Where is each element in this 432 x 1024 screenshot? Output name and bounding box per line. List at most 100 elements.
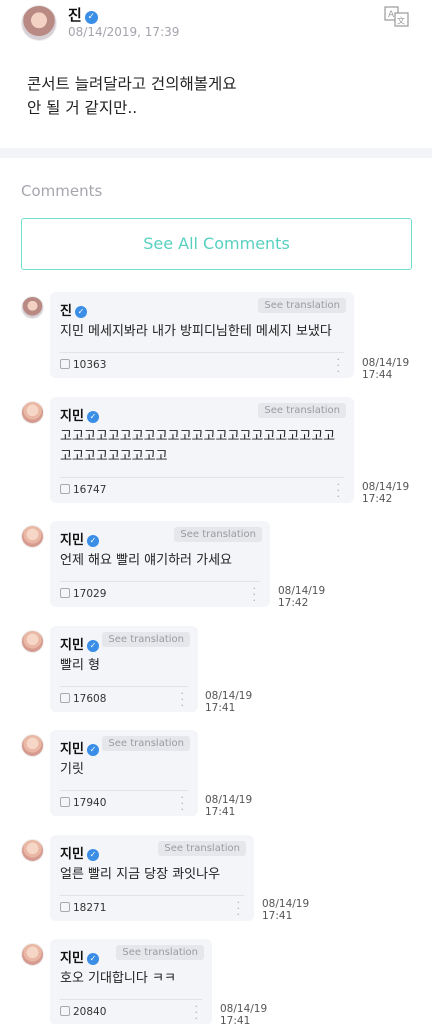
thumbs-up-icon (60, 797, 70, 807)
comment-date-day: 08/14/19 (362, 357, 410, 369)
comment-avatar[interactable] (21, 734, 44, 757)
comment-text: 빨리 형 (60, 658, 101, 673)
see-translation-button[interactable]: See translation (158, 841, 246, 856)
author-avatar[interactable] (21, 5, 57, 41)
section-divider (0, 148, 432, 158)
comment-footer: 16747 · · · (60, 477, 344, 503)
comment-bubble: 지민 ✓ See translation 호오 기대합니다 ㅋㅋ 20840 · ·… (50, 939, 212, 1024)
see-translation-button[interactable]: See translation (258, 403, 346, 418)
comment-text: 지민 메세지봐라 내가 방피디님한테 메세지 보냈다 (60, 324, 332, 339)
more-options-icon[interactable]: · · · (195, 1001, 199, 1024)
like-button[interactable]: 17029 (60, 588, 106, 600)
comment-bubble: 지민 ✓ See translation 기릿 17940 · · · (50, 730, 198, 816)
more-options-icon[interactable]: · · · (337, 354, 341, 377)
comment-author-name: 지민 (60, 533, 84, 548)
post-header: 진 ✓ 08/14/2019, 17:39 A 文 (0, 0, 432, 50)
like-count: 17029 (73, 588, 107, 600)
comment-date-day: 08/14/19 (205, 690, 253, 702)
more-options-icon[interactable]: · · · (181, 688, 185, 711)
see-translation-button[interactable]: See translation (258, 298, 346, 313)
see-translation-button[interactable]: See translation (102, 632, 190, 647)
verified-check-icon: ✓ (86, 849, 99, 861)
comment-author-name: 지민 (60, 638, 84, 653)
comment-footer: 20840 · · · (60, 999, 202, 1024)
see-translation-button[interactable]: See translation (174, 527, 262, 542)
comment-avatar[interactable] (21, 839, 44, 862)
comment-avatar[interactable] (21, 943, 44, 966)
like-button[interactable]: 17940 (60, 797, 106, 809)
svg-text:A: A (388, 10, 395, 20)
comment-footer: 10363 · · · (60, 352, 344, 378)
more-options-icon[interactable]: · · · (181, 792, 185, 815)
comment-date-day: 08/14/19 (262, 898, 310, 910)
comment-text: 기릿 (60, 762, 84, 777)
like-button[interactable]: 10363 (60, 359, 106, 371)
comment-date-day: 08/14/19 (205, 794, 253, 806)
comment-date-time: 17:42 (278, 597, 309, 609)
comment-avatar[interactable] (21, 630, 44, 653)
comment-footer: 18271 · · · (60, 895, 244, 921)
more-options-icon[interactable]: · · · (237, 897, 241, 920)
thumbs-up-icon (60, 588, 70, 598)
like-count: 17608 (73, 693, 107, 705)
translate-icon[interactable]: A 文 (384, 6, 410, 28)
comment-footer: 17608 · · · (60, 686, 188, 712)
verified-check-icon: ✓ (86, 744, 99, 756)
more-options-icon[interactable]: · · · (253, 583, 257, 606)
thumbs-up-icon (60, 1006, 70, 1016)
comment-author-name: 진 (60, 304, 72, 319)
see-translation-button[interactable]: See translation (102, 736, 190, 751)
comment-date-time: 17:41 (205, 702, 236, 714)
thumbs-up-icon (60, 359, 70, 369)
post-author[interactable]: 진 ✓ (68, 4, 98, 25)
verified-check-icon: ✓ (86, 535, 99, 547)
like-count: 17940 (73, 797, 107, 809)
comment-author-name: 지민 (60, 847, 84, 862)
comment-date: 08/14/19 17:42 (278, 585, 325, 609)
verified-check-icon: ✓ (86, 640, 99, 652)
comment-date-day: 08/14/19 (278, 585, 326, 597)
comment-author-name: 지민 (60, 409, 84, 424)
thumbs-up-icon (60, 693, 70, 703)
comment-text: 얼른 빨리 지금 당장 콰잇나우 (60, 867, 221, 882)
thumbs-up-icon (60, 484, 70, 494)
comment-text: 고고고고고고고고고고고고고고고고고고고고고고고고고고고고고고고고 (60, 429, 336, 464)
comment-date-time: 17:42 (362, 493, 393, 505)
post-author-name: 진 (68, 6, 82, 24)
comment-bubble: 지민 ✓ See translation 고고고고고고고고고고고고고고고고고고고고… (50, 397, 354, 503)
comment-author-name: 지민 (60, 951, 84, 966)
comment-date-time: 17:41 (262, 910, 293, 922)
like-count: 16747 (73, 484, 107, 496)
like-button[interactable]: 16747 (60, 484, 106, 496)
comment-date: 08/14/19 17:41 (220, 1003, 267, 1024)
comment-date-time: 17:44 (362, 369, 393, 381)
comment-bubble: 지민 ✓ See translation 빨리 형 17608 · · · (50, 626, 198, 712)
comment-date-day: 08/14/19 (362, 481, 410, 493)
comment-bubble: 지민 ✓ See translation 언제 해요 빨리 얘기하러 가세요 17… (50, 521, 270, 607)
comment-avatar[interactable] (21, 525, 44, 548)
comment-avatar[interactable] (21, 401, 44, 424)
thumbs-up-icon (60, 902, 70, 912)
verified-check-icon: ✓ (84, 11, 98, 24)
comment-author-name: 지민 (60, 742, 84, 757)
comment-avatar[interactable] (21, 296, 44, 319)
more-options-icon[interactable]: · · · (337, 479, 341, 502)
comment-bubble: 지민 ✓ See translation 얼른 빨리 지금 당장 콰잇나우 182… (50, 835, 254, 921)
like-button[interactable]: 18271 (60, 902, 106, 914)
see-translation-button[interactable]: See translation (116, 945, 204, 960)
post-timestamp: 08/14/2019, 17:39 (68, 25, 180, 39)
comment-date-time: 17:41 (220, 1015, 251, 1024)
verified-check-icon: ✓ (86, 411, 99, 423)
like-button[interactable]: 20840 (60, 1006, 106, 1018)
comment-date-day: 08/14/19 (220, 1003, 268, 1015)
svg-text:文: 文 (397, 16, 405, 26)
see-all-comments-button[interactable]: See All Comments (21, 218, 412, 270)
comment-date: 08/14/19 17:42 (362, 481, 409, 505)
like-button[interactable]: 17608 (60, 693, 106, 705)
comment-text: 호오 기대합니다 ㅋㅋ (60, 971, 176, 986)
comment-date: 08/14/19 17:41 (205, 690, 252, 714)
comment-text: 언제 해요 빨리 얘기하러 가세요 (60, 553, 233, 568)
like-count: 18271 (73, 902, 107, 914)
post-body: 콘서트 늘려달라고 건의해볼게요 안 될 거 같지만.. (27, 75, 237, 117)
comment-bubble: 진 ✓ See translation 지민 메세지봐라 내가 방피디님한테 메세… (50, 292, 354, 378)
